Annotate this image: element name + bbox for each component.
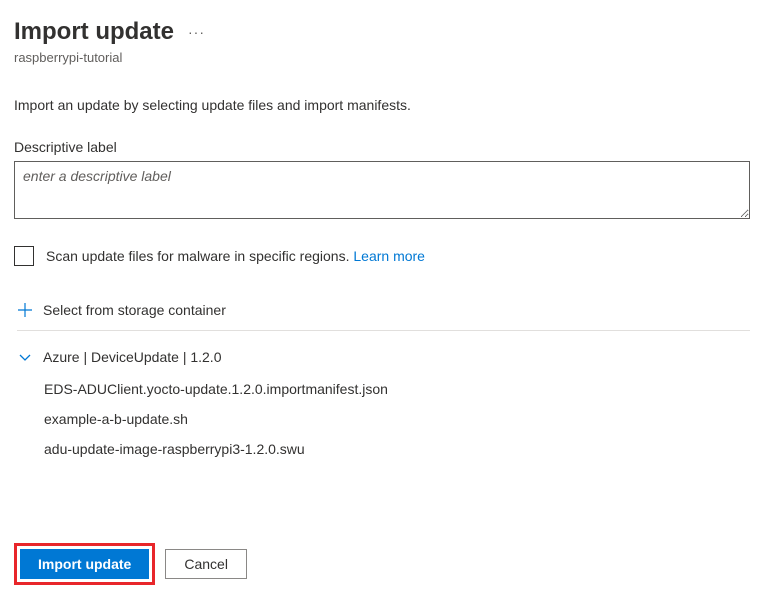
update-group-label: Azure | DeviceUpdate | 1.2.0 xyxy=(43,349,221,365)
plus-icon xyxy=(17,302,33,318)
descriptive-label-title: Descriptive label xyxy=(14,139,750,155)
file-list: EDS-ADUClient.yocto-update.1.2.0.importm… xyxy=(44,381,750,457)
file-item: adu-update-image-raspberrypi3-1.2.0.swu xyxy=(44,441,750,457)
file-item: EDS-ADUClient.yocto-update.1.2.0.importm… xyxy=(44,381,750,397)
page-subtitle: raspberrypi-tutorial xyxy=(14,50,750,65)
page-description: Import an update by selecting update fil… xyxy=(14,97,750,113)
scan-checkbox[interactable] xyxy=(14,246,34,266)
import-button[interactable]: Import update xyxy=(20,549,149,579)
more-icon[interactable]: ··· xyxy=(188,24,205,40)
descriptive-label-input[interactable] xyxy=(14,161,750,219)
chevron-down-icon xyxy=(17,349,33,365)
page-title: Import update xyxy=(14,18,174,46)
cancel-button[interactable]: Cancel xyxy=(165,549,247,579)
select-storage-row[interactable]: Select from storage container xyxy=(17,302,750,331)
learn-more-link[interactable]: Learn more xyxy=(353,248,425,264)
import-button-highlight: Import update xyxy=(14,543,155,585)
select-storage-label: Select from storage container xyxy=(43,302,226,318)
scan-label: Scan update files for malware in specifi… xyxy=(46,248,425,264)
update-group-row[interactable]: Azure | DeviceUpdate | 1.2.0 xyxy=(17,349,750,365)
file-item: example-a-b-update.sh xyxy=(44,411,750,427)
